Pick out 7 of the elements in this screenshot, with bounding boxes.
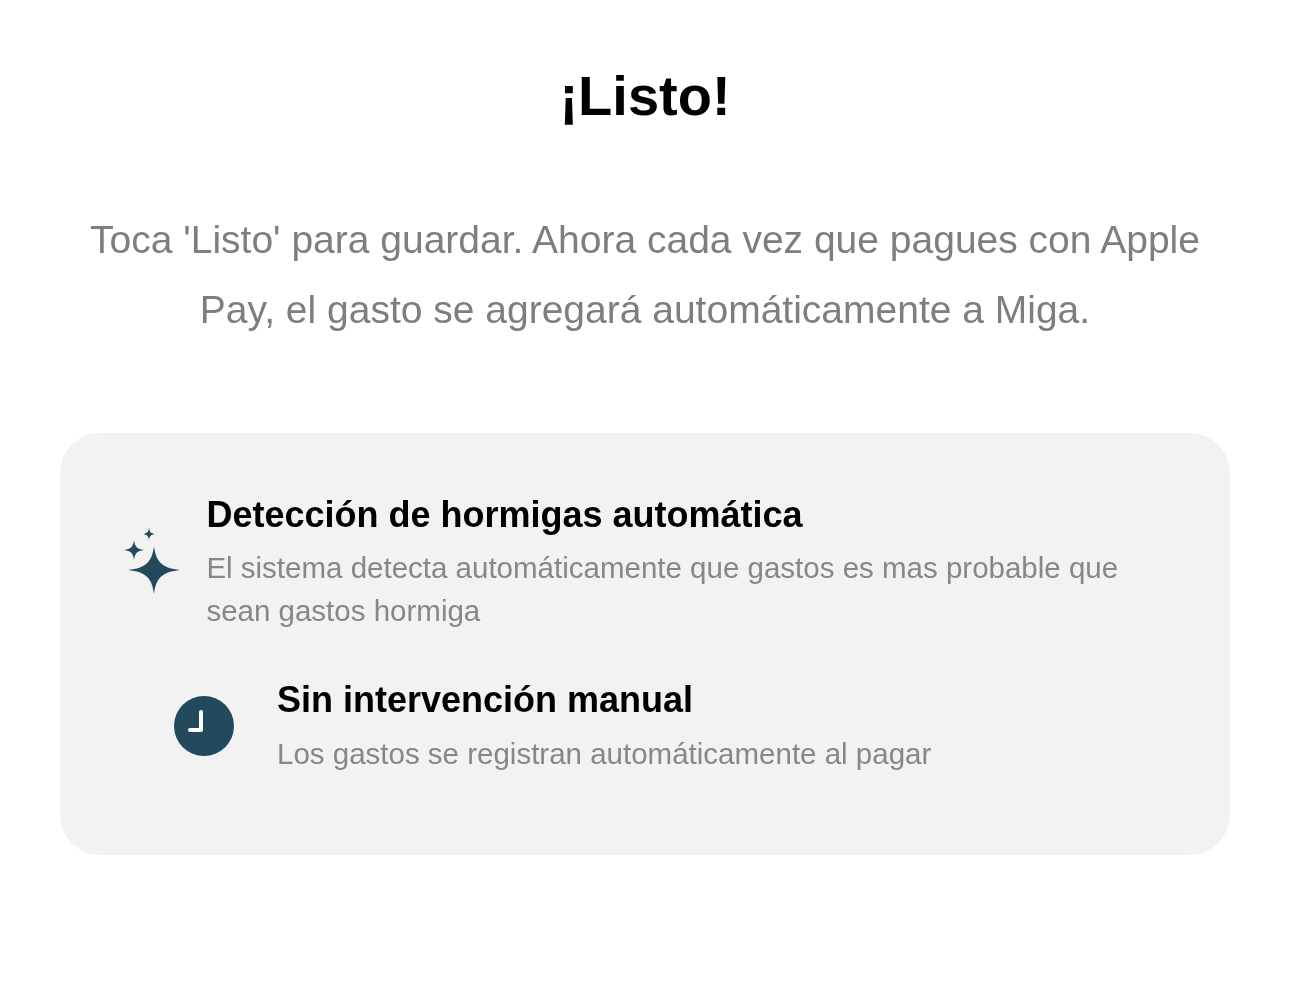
clock-icon	[174, 696, 234, 757]
feature-title: Detección de hormigas automática	[206, 493, 804, 537]
feature-description: El sistema detecta automáticamente que gastos es mas probable que sean gastos hormiga	[206, 550, 1120, 630]
feature-title: Sin intervención manual	[277, 678, 695, 722]
feature-description: Los gastos se registran automáticamente al pagar	[277, 735, 933, 772]
message: Toca 'Listo' para guardar. Ahora cada vez que pagues con Apple Pay, el gasto se agregará automáticamente a Miga.	[89, 217, 1201, 334]
title: ¡Listo!	[558, 63, 732, 129]
